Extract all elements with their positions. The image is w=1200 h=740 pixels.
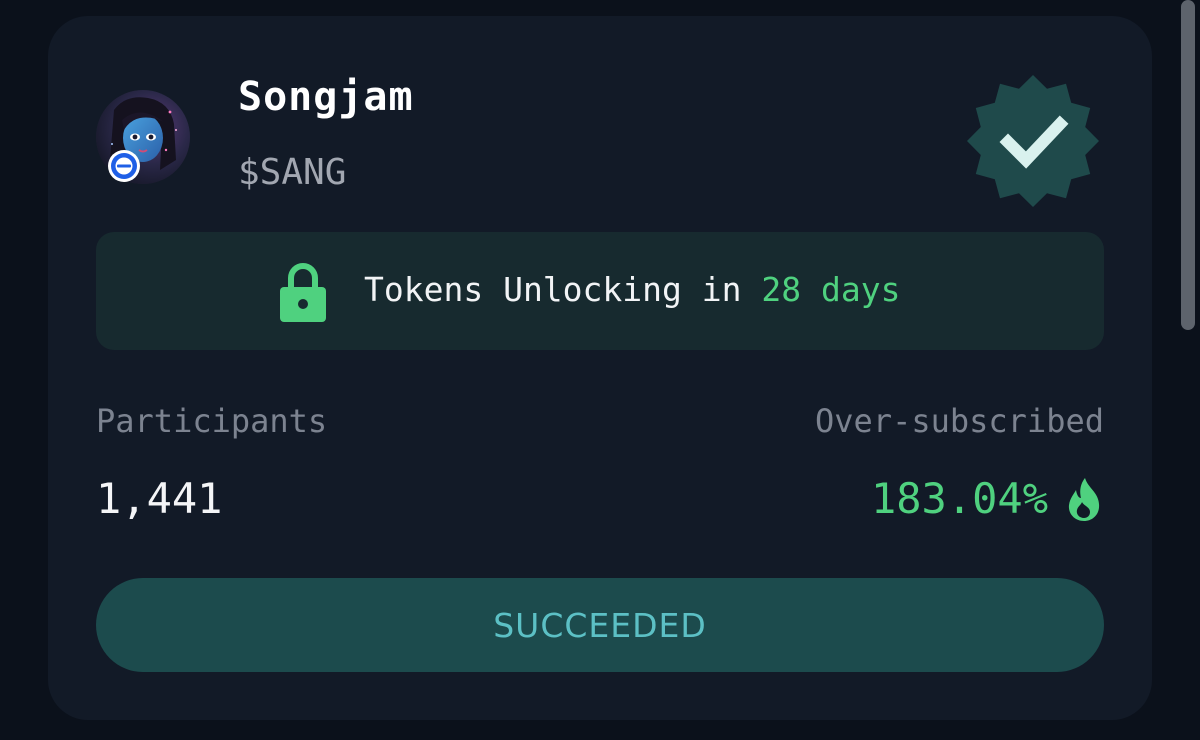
- oversubscribed-stat: 183.04%: [871, 474, 1104, 523]
- status-label: SUCCEEDED: [493, 605, 707, 645]
- chain-badge-icon: [108, 150, 140, 182]
- status-succeeded-button[interactable]: SUCCEEDED: [96, 578, 1104, 672]
- lock-icon: [278, 260, 328, 324]
- project-card: Songjam $SANG Tokens Unlocking in 28 day…: [48, 16, 1152, 720]
- oversubscribed-label: Over-subscribed: [815, 402, 1104, 440]
- participants-value: 1,441: [96, 474, 223, 523]
- unlock-banner: Tokens Unlocking in 28 days: [96, 232, 1104, 350]
- scrollbar[interactable]: [1181, 0, 1195, 330]
- unlock-duration: 28 days: [761, 270, 901, 309]
- project-name: Songjam: [238, 74, 414, 120]
- project-ticker: $SANG: [238, 152, 347, 193]
- flame-icon: [1064, 476, 1104, 522]
- oversubscribed-value: 183.04%: [870, 474, 1048, 523]
- unlock-message: Tokens Unlocking in 28 days: [364, 270, 900, 309]
- unlock-prefix: Tokens Unlocking in: [364, 270, 762, 309]
- participants-label: Participants: [96, 402, 328, 440]
- verified-badge-icon: [966, 74, 1100, 208]
